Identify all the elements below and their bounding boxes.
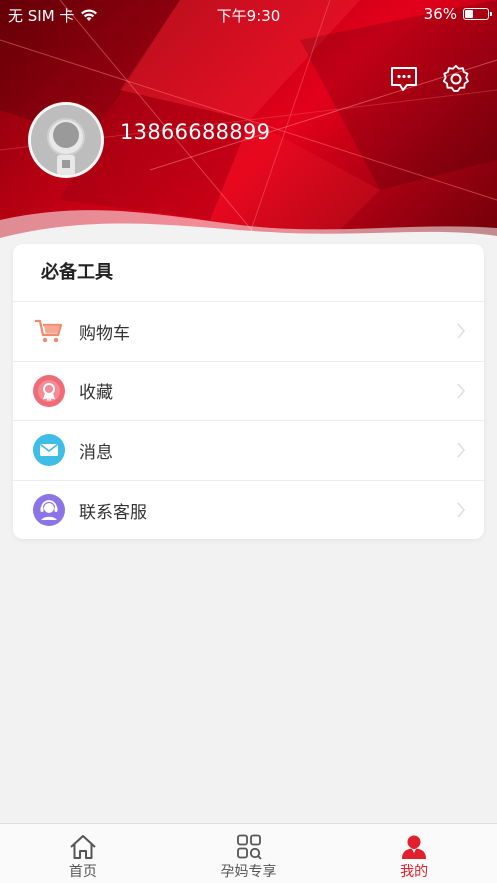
status-time: 下午9:30 [216,7,281,25]
grid-search-icon [236,834,262,860]
battery-percent: 36% [423,5,457,23]
message-icon [391,67,417,91]
cart-icon [33,315,65,347]
tab-label: 我的 [400,864,429,880]
tool-label: 收藏 [79,383,113,404]
tools-card-title: 必备工具 [13,244,484,302]
settings-icon [442,64,469,92]
status-bar: 无 SIM 卡 下午9:30 36% [0,0,497,30]
user-phone-number: 13866688899 [120,120,271,144]
message-button[interactable] [389,65,419,93]
tab-home[interactable]: 首页 [0,824,166,883]
favorite-badge-icon [33,374,65,407]
tab-label: 首页 [68,864,97,880]
chevron-right-icon [457,383,465,399]
tool-label: 购物车 [79,323,130,344]
chevron-right-icon [457,502,465,518]
tool-item-messages[interactable]: 消息 [13,421,484,481]
tools-card: 必备工具 购物车 收藏 消息 联系客服 [13,244,484,539]
home-icon [70,835,96,859]
tool-label: 消息 [79,442,113,463]
tool-item-customer-service[interactable]: 联系客服 [13,481,484,541]
bottom-tab-bar: 首页 孕妈专享 我的 [0,823,497,883]
battery-icon [463,8,492,20]
user-icon [402,835,427,859]
tool-label: 联系客服 [79,502,147,523]
settings-button[interactable] [441,64,471,94]
mail-icon [33,434,65,467]
tool-item-favorites[interactable]: 收藏 [13,362,484,421]
default-avatar-icon [31,105,101,175]
chevron-right-icon [457,323,465,339]
profile-header: 无 SIM 卡 下午9:30 36% 13866688899 [0,0,497,262]
tab-mom-exclusive[interactable]: 孕妈专享 [166,824,332,883]
tab-label: 孕妈专享 [220,864,277,880]
customer-service-icon [33,494,65,527]
tab-mine[interactable]: 我的 [331,824,497,883]
chevron-right-icon [457,442,465,458]
avatar[interactable] [28,102,104,178]
tool-item-cart[interactable]: 购物车 [13,302,484,362]
